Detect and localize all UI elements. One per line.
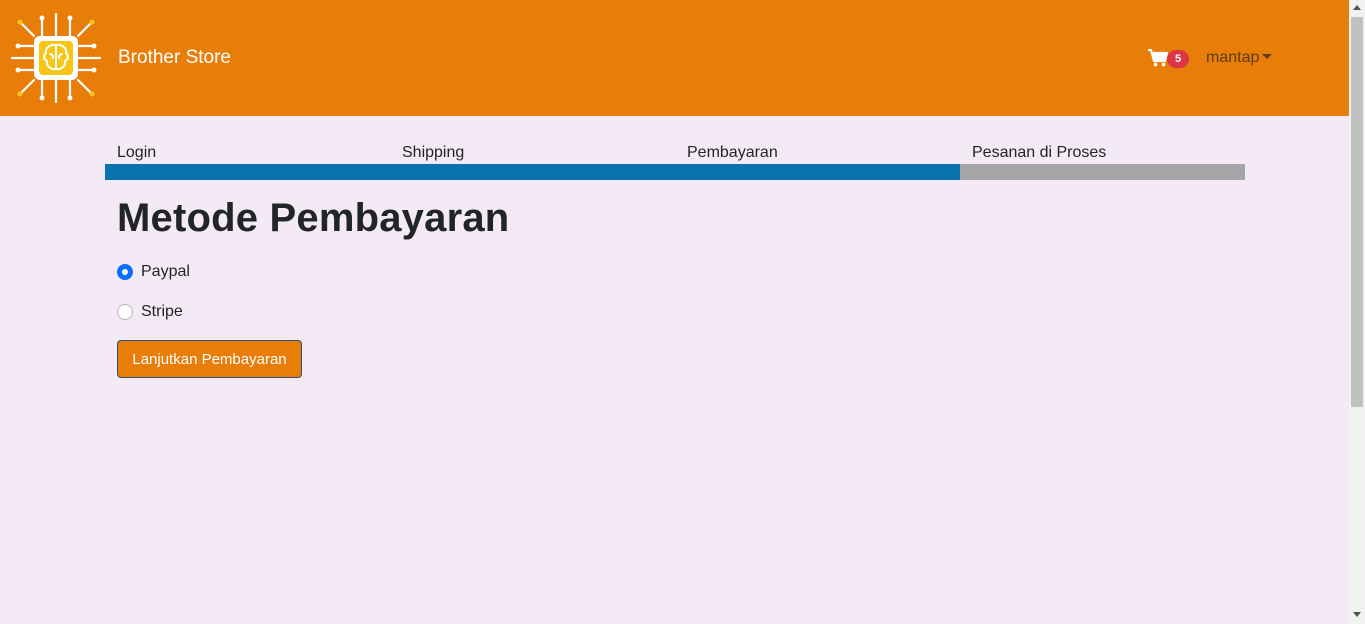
user-name: mantap [1206, 49, 1260, 66]
checkout-progress-bar [105, 164, 1245, 180]
step-login[interactable]: Login [105, 142, 390, 164]
paypal-radio[interactable] [117, 264, 133, 280]
cart-count-badge: 5 [1167, 50, 1189, 68]
step-payment[interactable]: Pembayaran [675, 142, 960, 164]
navbar: Brother Store 5 mantap [0, 0, 1349, 116]
user-dropdown[interactable]: mantap [1206, 49, 1273, 67]
scroll-down-icon[interactable] [1353, 612, 1361, 617]
caret-down-icon [1262, 54, 1273, 59]
payment-option-paypal[interactable]: Paypal [117, 262, 190, 282]
scroll-up-icon[interactable] [1353, 5, 1361, 10]
step-order-processed[interactable]: Pesanan di Proses [960, 142, 1245, 164]
paypal-label: Paypal [141, 263, 190, 280]
circuit-brain-icon[interactable] [10, 12, 102, 104]
brand-name[interactable]: Brother Store [118, 47, 231, 69]
step-shipping[interactable]: Shipping [390, 142, 675, 164]
checkout-steps: Login Shipping Pembayaran Pesanan di Pro… [105, 142, 1245, 180]
payment-option-stripe[interactable]: Stripe [117, 302, 183, 322]
page-title: Metode Pembayaran [117, 196, 510, 240]
stripe-label: Stripe [141, 303, 183, 320]
cart-link[interactable]: 5 [1148, 48, 1192, 70]
checkout-progress-fill [105, 164, 960, 180]
scroll-thumb[interactable] [1351, 17, 1363, 407]
scrollbar[interactable] [1349, 0, 1365, 624]
continue-payment-button[interactable]: Lanjutkan Pembayaran [117, 340, 302, 378]
cart-icon [1148, 49, 1168, 67]
stripe-radio[interactable] [117, 304, 133, 320]
